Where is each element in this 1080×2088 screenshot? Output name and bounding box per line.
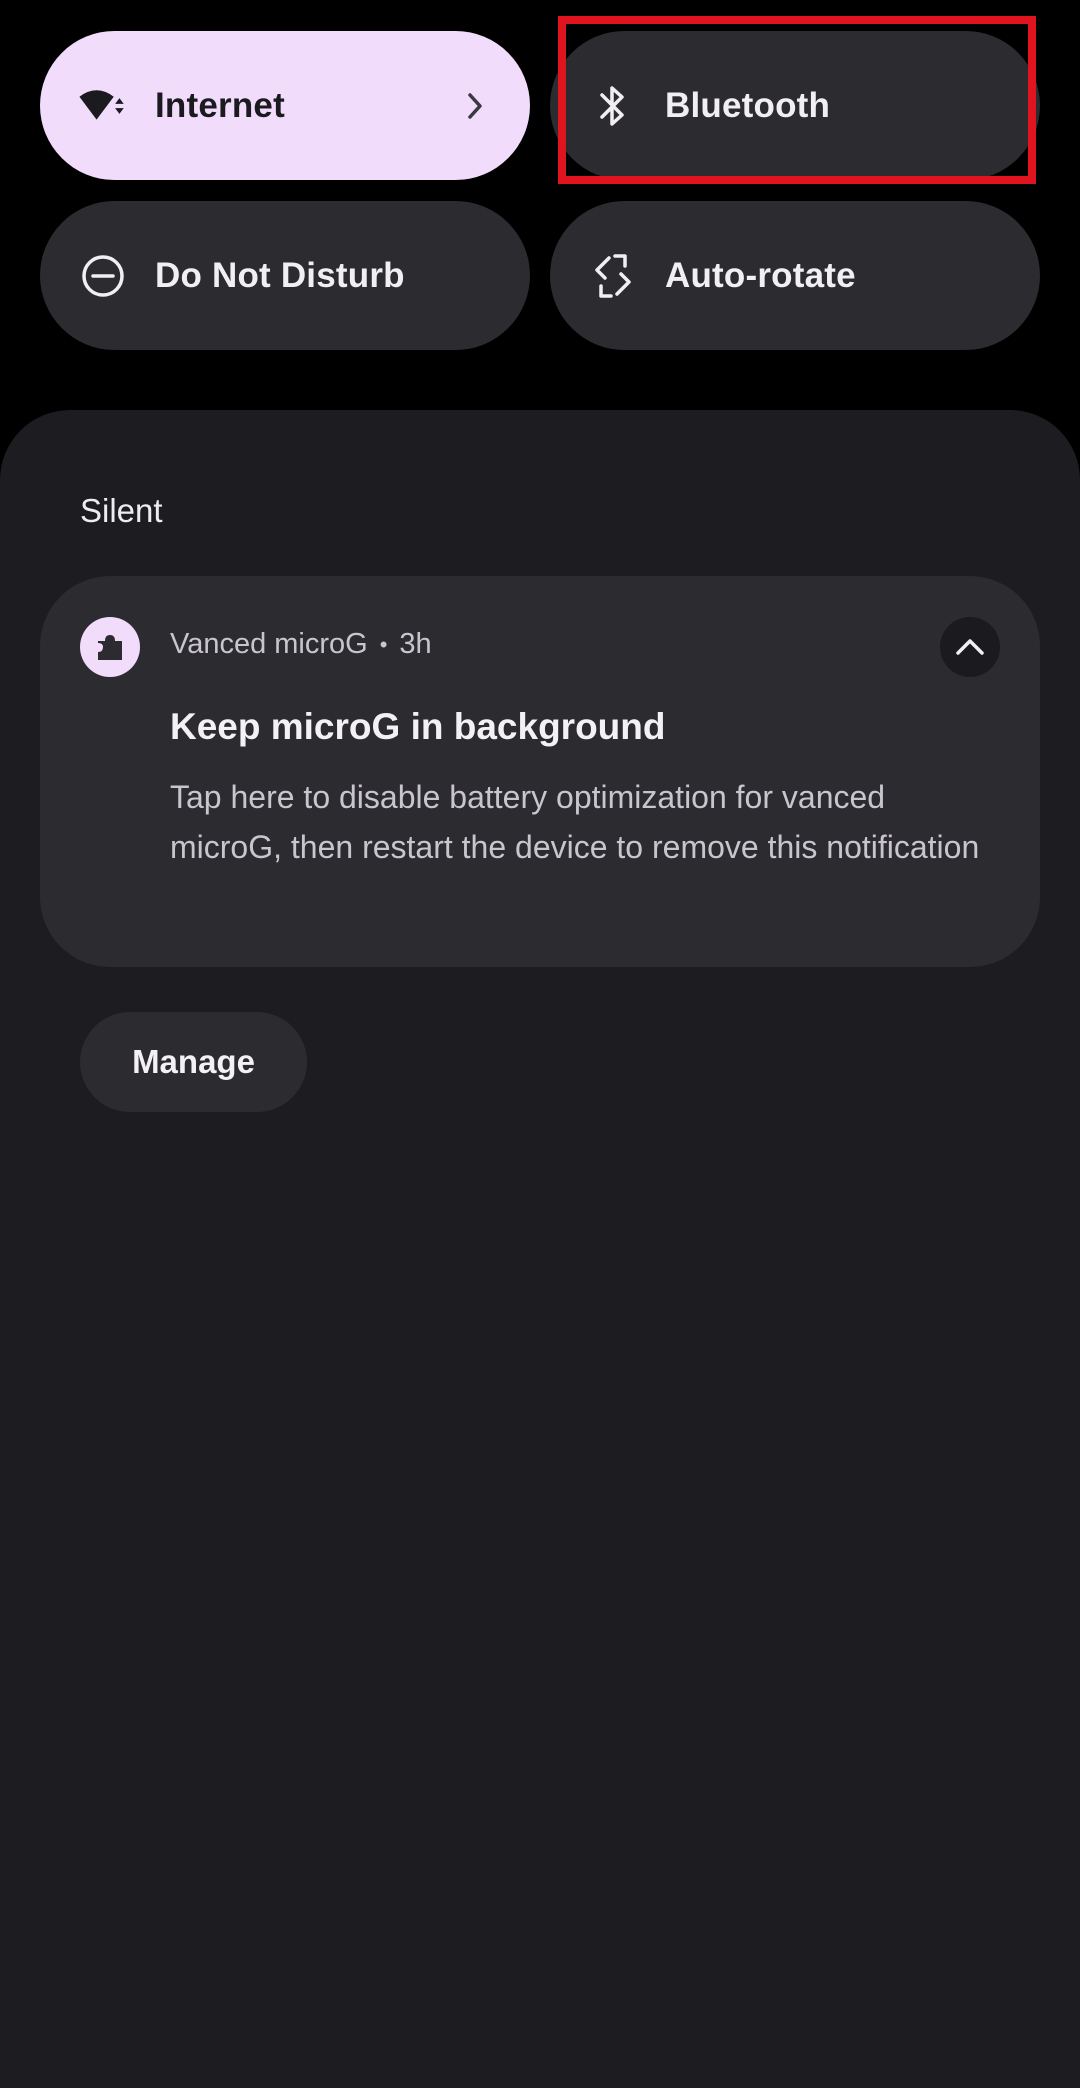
auto-rotate-icon	[588, 251, 638, 301]
screen: Internet Bluetooth Do Not Disturb Auto-r…	[0, 0, 1080, 2088]
notification-shade: Silent Vanced microG • 3h Keep microG in…	[0, 410, 1080, 2088]
do-not-disturb-tile[interactable]: Do Not Disturb	[40, 201, 530, 350]
manage-button[interactable]: Manage	[80, 1012, 307, 1112]
internet-tile[interactable]: Internet	[40, 31, 530, 180]
auto-rotate-tile-label: Auto-rotate	[665, 255, 856, 295]
do-not-disturb-icon	[78, 251, 128, 301]
auto-rotate-tile[interactable]: Auto-rotate	[550, 201, 1040, 350]
bluetooth-tile[interactable]: Bluetooth	[550, 31, 1040, 180]
collapse-notification-button[interactable]	[940, 617, 1000, 677]
notification-app-name: Vanced microG	[170, 628, 368, 660]
do-not-disturb-tile-label: Do Not Disturb	[155, 255, 405, 295]
internet-tile-label: Internet	[155, 85, 285, 125]
notification-card[interactable]: Vanced microG • 3h Keep microG in backgr…	[40, 576, 1040, 967]
chevron-up-icon	[956, 639, 984, 655]
header-separator: •	[379, 631, 388, 657]
notification-body: Tap here to disable battery optimization…	[170, 779, 980, 865]
bluetooth-tile-label: Bluetooth	[665, 85, 831, 125]
silent-section-title: Silent	[80, 492, 163, 529]
bluetooth-icon	[588, 81, 638, 131]
notification-header: Vanced microG • 3h	[170, 628, 432, 661]
notification-title: Keep microG in background	[170, 706, 666, 747]
wifi-icon	[78, 81, 128, 131]
puzzle-icon	[80, 617, 140, 677]
notification-time: 3h	[399, 628, 432, 660]
chevron-right-icon[interactable]	[460, 91, 490, 121]
